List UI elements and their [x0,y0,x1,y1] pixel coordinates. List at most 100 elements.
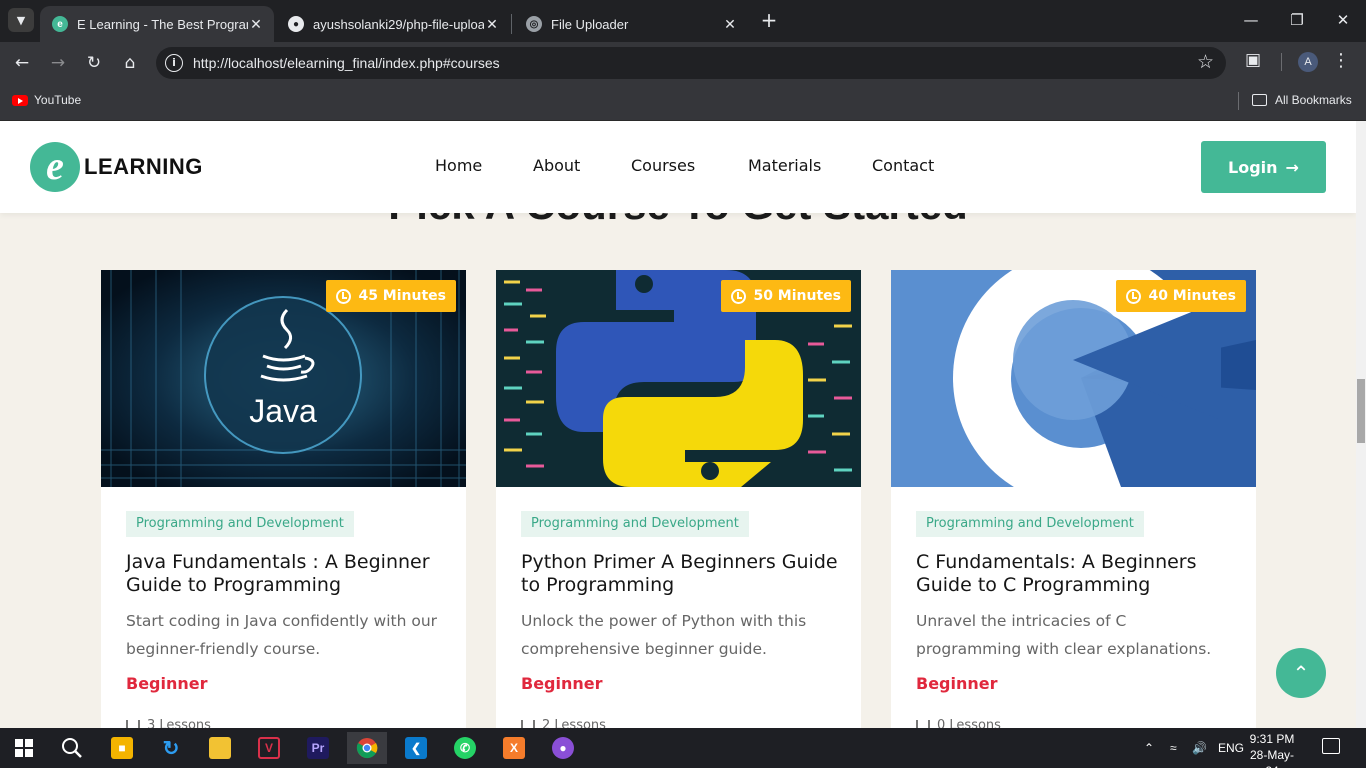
course-card-java[interactable]: Java 45 Minutes Programming and Developm… [101,270,466,728]
course-description: Start coding in Java confidently with ou… [126,612,438,658]
taskbar-premiere[interactable]: Pr [298,732,338,764]
taskbar-clock[interactable]: 9:31 PM 28-May-24 [1246,731,1298,768]
all-bookmarks-button[interactable]: All Bookmarks [1252,93,1352,107]
show-hidden-icons-button[interactable]: ⌃ [1144,728,1154,768]
course-level: Beginner [126,674,208,693]
course-title[interactable]: Python Primer A Beginners Guide to Progr… [521,551,841,597]
sync-icon: ↻ [162,737,180,760]
duration-text: 45 Minutes [358,288,446,304]
nav-contact[interactable]: Contact [872,156,934,175]
bookmark-star-icon[interactable]: ☆ [1197,51,1214,73]
tab-search-button[interactable]: ▼ [8,8,34,32]
start-button[interactable] [4,732,44,764]
forward-arrow-icon[interactable]: → [44,50,72,76]
nav-home[interactable]: Home [435,156,482,175]
globe-icon: ◎ [526,16,542,32]
category-tag[interactable]: Programming and Development [521,511,749,537]
whatsapp-icon: ✆ [454,737,476,759]
windows-taskbar: ■ ↻ V Pr ❮ ✆ X ● ⌃ ≈ 🔊 ENG 9:31 PM 28-Ma… [0,728,1366,768]
taskbar-store[interactable]: ■ [102,732,142,764]
scrollbar-thumb[interactable] [1357,379,1365,443]
minimize-window-button[interactable]: — [1228,8,1274,32]
login-button[interactable]: Login → [1201,141,1326,193]
course-card-python[interactable]: 50 Minutes Programming and Development P… [496,270,861,728]
all-bookmarks-label: All Bookmarks [1275,93,1352,107]
course-level: Beginner [916,674,998,693]
volume-icon[interactable]: 🔊 [1192,728,1207,768]
tab-file-uploader[interactable]: ◎ File Uploader ✕ [514,6,748,42]
book-icon [521,720,535,728]
reload-icon[interactable]: ↻ [80,50,108,76]
course-level: Beginner [521,674,603,693]
restore-window-button[interactable]: ❐ [1274,8,1320,32]
close-tab-icon[interactable]: ✕ [722,16,738,33]
course-title[interactable]: C Fundamentals: A Beginners Guide to C P… [916,551,1236,597]
back-to-top-button[interactable]: ⌃ [1276,648,1326,698]
taskbar-github-desktop[interactable]: ● [543,732,583,764]
lessons-count: 2 Lessons [521,718,606,728]
taskbar-sync[interactable]: ↻ [151,732,191,764]
site-logo[interactable]: e LEARNING [30,142,203,192]
taskbar-xampp[interactable]: X [494,732,534,764]
folder-icon [209,737,231,759]
duration-badge: 40 Minutes [1116,280,1246,312]
course-title[interactable]: Java Fundamentals : A Beginner Guide to … [126,551,446,597]
arrow-right-icon: → [1285,157,1299,177]
url-text[interactable]: http://localhost/elearning_final/index.p… [193,55,500,71]
course-card-c[interactable]: 40 Minutes Programming and Development C… [891,270,1256,728]
nav-courses[interactable]: Courses [631,156,695,175]
xampp-icon: X [503,737,525,759]
home-icon[interactable]: ⌂ [116,50,144,76]
close-window-button[interactable]: ✕ [1320,8,1366,32]
book-icon [126,720,140,728]
bookmark-youtube[interactable]: YouTube [12,93,81,107]
bookmarks-bar: YouTube All Bookmarks [0,84,1366,121]
new-tab-button[interactable]: + [758,9,780,31]
profile-avatar[interactable]: A [1298,52,1318,72]
github-icon: ● [552,737,574,759]
search-button[interactable] [52,732,92,764]
nav-materials[interactable]: Materials [748,156,821,175]
notification-center-icon[interactable] [1322,738,1340,754]
logo-text: LEARNING [84,154,203,179]
tab-title: File Uploader [551,16,629,32]
close-tab-icon[interactable]: ✕ [484,16,500,33]
premiere-icon: Pr [307,737,329,759]
category-tag[interactable]: Programming and Development [126,511,354,537]
nav-about[interactable]: About [533,156,580,175]
address-bar[interactable]: i http://localhost/elearning_final/index… [156,47,1226,79]
page-scrollbar[interactable] [1356,121,1366,728]
clock-icon [1126,288,1142,304]
taskbar-vscode[interactable]: ❮ [396,732,436,764]
taskbar-chrome[interactable] [347,732,387,764]
app-v-icon: V [258,737,280,759]
duration-badge: 50 Minutes [721,280,851,312]
browser-menu-icon[interactable]: ⋮ [1332,50,1350,71]
tab-github[interactable]: ● ayushsolanki29/php-file-upload ✕ [276,6,510,42]
chevron-up-icon: ⌃ [1292,661,1310,685]
lessons-text: 2 Lessons [542,718,606,728]
extensions-puzzle-icon[interactable]: ▣ [1245,50,1261,70]
course-image-java: Java 45 Minutes [101,270,466,487]
site-info-icon[interactable]: i [165,54,183,72]
clock-time: 9:31 PM [1249,732,1295,746]
bookmarks-divider [1238,92,1239,110]
taskbar-whatsapp[interactable]: ✆ [445,732,485,764]
login-label: Login [1228,157,1278,177]
wifi-icon[interactable]: ≈ [1170,728,1177,768]
tab-title: E Learning - The Best Program t [77,16,248,32]
book-icon [916,720,930,728]
category-tag[interactable]: Programming and Development [916,511,1144,537]
back-arrow-icon[interactable]: ← [8,50,36,76]
elearning-favicon-icon: e [52,16,68,32]
tab-separator [511,14,512,34]
search-icon [62,738,82,758]
bookmark-label: YouTube [34,93,82,107]
close-tab-icon[interactable]: ✕ [248,16,264,33]
taskbar-file-explorer[interactable] [200,732,240,764]
taskbar-app-red[interactable]: V [249,732,289,764]
vscode-icon: ❮ [405,737,427,759]
tab-elearning[interactable]: e E Learning - The Best Program t ✕ [40,6,274,42]
store-icon: ■ [111,737,133,759]
language-indicator[interactable]: ENG [1218,728,1244,768]
